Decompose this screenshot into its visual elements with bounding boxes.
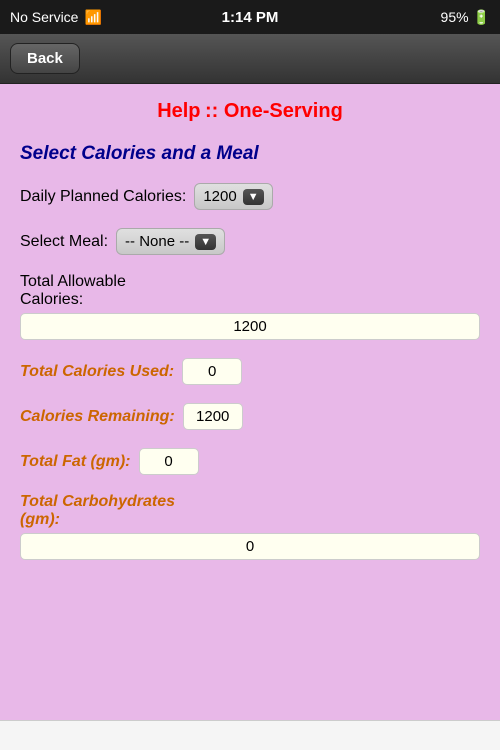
title-help: Help [157, 100, 200, 122]
main-content: Help :: One-Serving Select Calories and … [0, 84, 500, 750]
select-meal-arrow[interactable]: ▼ [195, 234, 216, 250]
total-calories-used-row: Total Calories Used: 0 [20, 358, 480, 385]
total-carbs-label: Total Carbohydrates(gm): [20, 493, 480, 529]
status-bar: No Service 📶 1:14 PM 95% 🔋 [0, 0, 500, 34]
total-fat-row: Total Fat (gm): 0 [20, 448, 480, 475]
calories-remaining-row: Calories Remaining: 1200 [20, 403, 480, 430]
no-service-text: No Service [10, 9, 78, 25]
total-calories-used-label: Total Calories Used: [20, 363, 174, 381]
total-allowable-label: Total AllowableCalories: [20, 273, 480, 309]
daily-calories-select[interactable]: 1200 ▼ [194, 183, 272, 210]
status-right: 95% 🔋 [441, 9, 490, 26]
battery-percent: 95% [441, 9, 469, 25]
section-header: Select Calories and a Meal [20, 143, 480, 165]
calories-remaining-value: 1200 [183, 403, 243, 430]
title-sub: One-Serving [224, 100, 343, 122]
status-left: No Service 📶 [10, 9, 102, 26]
title-separator: :: [205, 100, 224, 122]
select-meal-row: Select Meal: -- None -- ▼ [20, 228, 480, 255]
select-meal-label: Select Meal: [20, 233, 108, 251]
total-allowable-value: 1200 [20, 313, 480, 340]
total-fat-value: 0 [139, 448, 199, 475]
calories-remaining-label: Calories Remaining: [20, 408, 175, 426]
status-time: 1:14 PM [222, 9, 279, 26]
daily-calories-value: 1200 [203, 188, 236, 205]
page-title: Help :: One-Serving [20, 100, 480, 123]
select-meal-select[interactable]: -- None -- ▼ [116, 228, 225, 255]
select-meal-value: -- None -- [125, 233, 189, 250]
total-allowable-row: Total AllowableCalories: 1200 [20, 273, 480, 340]
total-fat-label: Total Fat (gm): [20, 453, 131, 471]
daily-calories-row: Daily Planned Calories: 1200 ▼ [20, 183, 480, 210]
daily-calories-arrow[interactable]: ▼ [243, 189, 264, 205]
total-carbs-row: Total Carbohydrates(gm): 0 [20, 493, 480, 560]
total-carbs-value: 0 [20, 533, 480, 560]
daily-calories-label: Daily Planned Calories: [20, 188, 186, 206]
back-button[interactable]: Back [10, 43, 80, 74]
battery-icon: 🔋 [473, 9, 490, 26]
bottom-bar [0, 720, 500, 750]
wifi-icon: 📶 [84, 9, 101, 26]
nav-bar: Back [0, 34, 500, 84]
total-calories-used-value: 0 [182, 358, 242, 385]
